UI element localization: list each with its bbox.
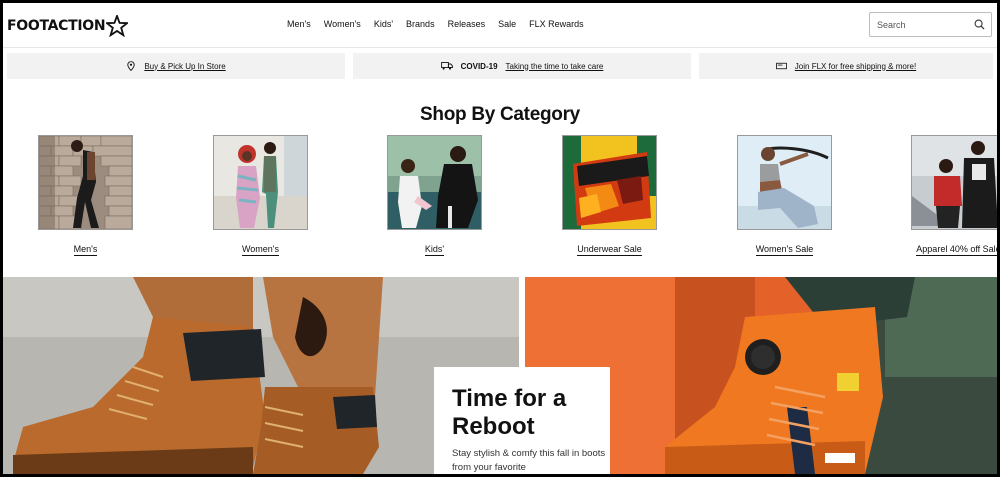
search-box bbox=[869, 12, 992, 37]
nav-sale[interactable]: Sale bbox=[498, 18, 516, 30]
nav-brands[interactable]: Brands bbox=[406, 18, 435, 30]
category-image-mens[interactable] bbox=[38, 135, 133, 230]
category-card-underwear[interactable]: Underwear Sale bbox=[562, 135, 657, 256]
promo-flx[interactable]: Join FLX for free shipping & more! bbox=[699, 53, 993, 79]
footaction-logo[interactable]: FOOTACTION bbox=[7, 15, 129, 37]
category-label-womens[interactable]: Women's bbox=[241, 244, 280, 256]
search-icon[interactable] bbox=[974, 19, 985, 30]
hero-body: Stay stylish & comfy this fall in boots … bbox=[452, 448, 606, 473]
nav-flx-rewards[interactable]: FLX Rewards bbox=[529, 18, 584, 30]
category-label-womens-sale[interactable]: Women's Sale bbox=[755, 244, 814, 256]
brand-name: FOOTACTION bbox=[7, 18, 106, 34]
flx-card-icon bbox=[775, 62, 787, 70]
category-card-kids[interactable]: Kids' bbox=[387, 135, 482, 256]
nav-mens[interactable]: Men's bbox=[287, 18, 311, 30]
category-label-underwear[interactable]: Underwear Sale bbox=[577, 244, 642, 256]
star-logo-icon bbox=[106, 15, 129, 37]
category-label-apparel-sale[interactable]: Apparel 40% off Sale bbox=[916, 244, 997, 256]
promo-covid-prefix: COVID-19 bbox=[460, 61, 498, 71]
nav-releases[interactable]: Releases bbox=[448, 18, 486, 30]
category-label-mens[interactable]: Men's bbox=[73, 244, 98, 256]
category-card-womens[interactable]: Women's bbox=[213, 135, 308, 256]
category-image-kids[interactable] bbox=[387, 135, 482, 230]
nav-womens[interactable]: Women's bbox=[324, 18, 361, 30]
category-image-underwear[interactable] bbox=[562, 135, 657, 230]
category-image-womens-sale[interactable] bbox=[737, 135, 832, 230]
promo-covid-link[interactable]: Taking the time to take care bbox=[506, 62, 604, 71]
promo-covid[interactable]: COVID-19 Taking the time to take care bbox=[353, 53, 691, 79]
hero-title[interactable]: Time for a Reboot bbox=[452, 385, 602, 441]
promo-pickup-link[interactable]: Buy & Pick Up In Store bbox=[144, 62, 225, 71]
promo-pickup[interactable]: Buy & Pick Up In Store bbox=[7, 53, 345, 79]
category-image-womens[interactable] bbox=[213, 135, 308, 230]
promo-flx-link[interactable]: Join FLX for free shipping & more! bbox=[795, 62, 916, 71]
category-label-kids[interactable]: Kids' bbox=[424, 244, 445, 256]
site-header: FOOTACTION Men's Women's Kids' Brands Re… bbox=[3, 3, 997, 48]
search-input[interactable] bbox=[870, 13, 977, 36]
category-card-womens-sale[interactable]: Women's Sale bbox=[737, 135, 832, 256]
hero-promo-card: Time for a Reboot Stay stylish & comfy t… bbox=[434, 367, 610, 474]
category-image-apparel-sale[interactable] bbox=[911, 135, 997, 230]
page-frame: FOOTACTION Men's Women's Kids' Brands Re… bbox=[3, 3, 997, 474]
category-card-apparel-sale[interactable]: Apparel 40% off Sale bbox=[911, 135, 997, 256]
main-nav: Men's Women's Kids' Brands Releases Sale… bbox=[287, 18, 597, 30]
nav-kids[interactable]: Kids' bbox=[374, 18, 393, 30]
location-pin-icon bbox=[127, 61, 135, 71]
category-card-mens[interactable]: Men's bbox=[38, 135, 133, 256]
category-title: Shop By Category bbox=[420, 104, 580, 125]
truck-icon bbox=[440, 62, 453, 70]
